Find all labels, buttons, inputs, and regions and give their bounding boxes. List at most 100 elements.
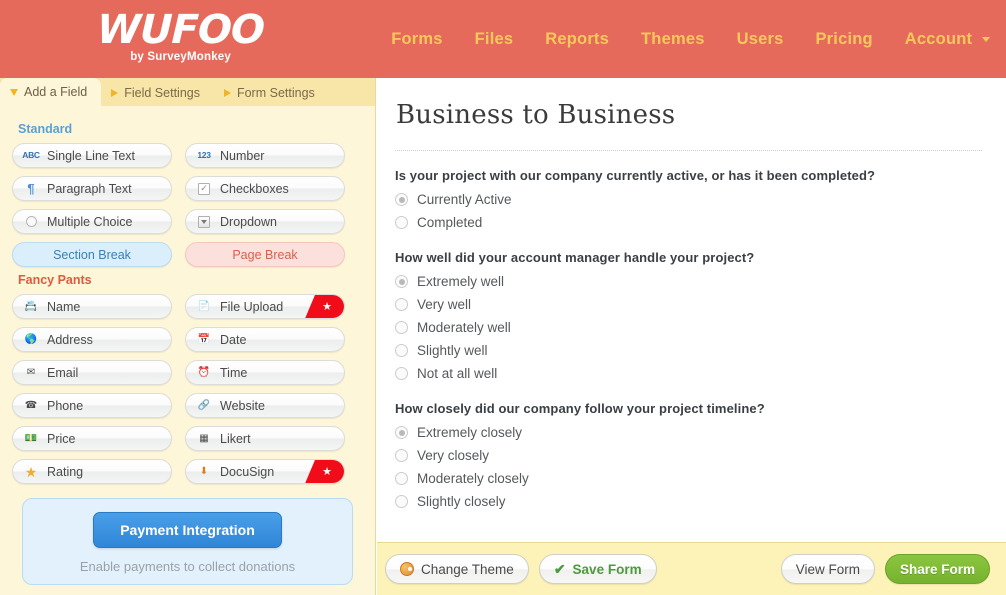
group-title-fancy-pants: Fancy Pants (18, 273, 92, 287)
field-label-docusign: DocuSign (220, 464, 275, 479)
field-button-name[interactable]: 📇 Name (12, 294, 172, 319)
standard-field-grid: ABC Single Line Text 123 Number ¶ Paragr… (12, 143, 363, 267)
form-canvas: Business to Business Is your project wit… (377, 78, 1006, 548)
calendar-icon: 📅 (197, 333, 211, 345)
radio-button-icon[interactable] (395, 495, 408, 508)
form-question[interactable]: How well did your account manager handle… (395, 250, 982, 381)
left-sidebar: Add a Field Field Settings Form Settings… (0, 78, 376, 595)
radio-option[interactable]: Extremely closely (395, 425, 982, 440)
field-button-likert[interactable]: ▦ Likert (185, 426, 345, 451)
triangle-right-icon (111, 89, 119, 97)
form-preview-area: Business to Business Is your project wit… (377, 78, 1006, 595)
nav-item-files[interactable]: Files (459, 24, 530, 55)
field-button-page-break[interactable]: Page Break (185, 242, 345, 267)
radio-button-icon[interactable] (395, 472, 408, 485)
radio-button-icon[interactable] (395, 321, 408, 334)
payment-integration-note: Enable payments to collect donations (79, 559, 296, 574)
sidebar-body: Standard ABC Single Line Text 123 Number… (0, 106, 375, 585)
radio-option-label: Moderately closely (417, 471, 529, 486)
field-button-multiple-choice[interactable]: Multiple Choice (12, 209, 172, 234)
nav-item-users[interactable]: Users (721, 24, 800, 55)
field-label-file-upload: File Upload (220, 299, 284, 314)
question-label: How well did your account manager handle… (395, 250, 755, 265)
radio-option-label: Very well (417, 297, 472, 312)
radio-option[interactable]: Extremely well (395, 274, 982, 289)
nav-item-account[interactable]: Account (889, 24, 1006, 55)
radio-option[interactable]: Not at all well (395, 366, 982, 381)
field-button-address[interactable]: 🌎 Address (12, 327, 172, 352)
form-question[interactable]: How closely did our company follow your … (395, 401, 982, 509)
share-form-button[interactable]: Share Form (884, 554, 990, 584)
nav-item-pricing[interactable]: Pricing (799, 24, 888, 55)
radio-button-icon[interactable] (395, 426, 408, 439)
alarm-clock-icon: ⏰ (197, 366, 211, 378)
radio-option[interactable]: Slightly well (395, 343, 982, 358)
field-button-date[interactable]: 📅 Date (185, 327, 345, 352)
field-button-file-upload[interactable]: 📄 File Upload ★ (185, 294, 345, 319)
field-label-single-line-text: Single Line Text (47, 148, 136, 163)
money-icon: 💵 (24, 432, 38, 444)
sidebar-tabbar: Add a Field Field Settings Form Settings (0, 78, 375, 106)
field-label-rating: Rating (47, 464, 84, 479)
field-label-name: Name (47, 299, 81, 314)
nav-item-forms[interactable]: Forms (375, 24, 458, 55)
tab-field-settings[interactable]: Field Settings (101, 80, 214, 106)
file-upload-icon: 📄 (197, 300, 211, 312)
field-label-multiple-choice: Multiple Choice (47, 214, 133, 229)
field-button-docusign[interactable]: ⬇ DocuSign ★ (185, 459, 345, 484)
radio-option[interactable]: Completed (395, 215, 982, 230)
radio-option[interactable]: Slightly closely (395, 494, 982, 509)
field-button-phone[interactable]: ☎ Phone (12, 393, 172, 418)
change-theme-label: Change Theme (421, 561, 514, 577)
radio-option[interactable]: Moderately well (395, 320, 982, 335)
field-button-number[interactable]: 123 Number (185, 143, 345, 168)
payment-integration-button[interactable]: Payment Integration (93, 512, 282, 548)
field-button-rating[interactable]: ★ Rating (12, 459, 172, 484)
radio-option[interactable]: Currently Active (395, 192, 982, 207)
field-label-number: Number (220, 148, 265, 163)
triangle-right-icon (223, 89, 231, 97)
radio-button-icon[interactable] (395, 344, 408, 357)
id-card-icon: 📇 (24, 300, 38, 312)
radio-button-icon[interactable] (395, 193, 408, 206)
share-form-label: Share Form (899, 561, 975, 577)
radio-button-icon[interactable] (395, 367, 408, 380)
save-form-button[interactable]: ✔ Save Form (538, 554, 657, 584)
star-icon: ★ (322, 301, 332, 313)
field-label-page-break: Page Break (232, 247, 298, 262)
page-title: Business to Business (396, 100, 676, 130)
field-button-dropdown[interactable]: Dropdown (185, 209, 345, 234)
nav-label-reports: Reports (545, 29, 610, 48)
radio-option[interactable]: Very well (395, 297, 982, 312)
field-button-single-line-text[interactable]: ABC Single Line Text (12, 143, 172, 168)
radio-button-icon[interactable] (395, 216, 408, 229)
field-button-time[interactable]: ⏰ Time (185, 360, 345, 385)
radio-button-icon[interactable] (395, 449, 408, 462)
radio-option-label: Slightly well (417, 343, 488, 358)
field-button-section-break[interactable]: Section Break (12, 242, 172, 267)
radio-button-icon[interactable] (395, 298, 408, 311)
tab-form-settings[interactable]: Form Settings (214, 80, 329, 106)
field-button-price[interactable]: 💵 Price (12, 426, 172, 451)
nav-item-reports[interactable]: Reports (529, 24, 625, 55)
form-question[interactable]: Is your project with our company current… (395, 168, 982, 230)
telephone-icon: ☎ (24, 399, 38, 411)
change-theme-button[interactable]: Change Theme (385, 554, 529, 584)
radio-button-icon[interactable] (395, 275, 408, 288)
radio-option[interactable]: Very closely (395, 448, 982, 463)
nav-item-themes[interactable]: Themes (625, 24, 721, 55)
wufoo-logo[interactable]: WUFOO by SurveyMonkey (0, 0, 361, 78)
field-button-website[interactable]: 🔗 Website (185, 393, 345, 418)
star-icon: ★ (322, 466, 332, 478)
field-label-website: Website (220, 398, 265, 413)
field-button-paragraph-text[interactable]: ¶ Paragraph Text (12, 176, 172, 201)
tab-add-a-field[interactable]: Add a Field (0, 78, 102, 106)
field-button-checkboxes[interactable]: ✓ Checkboxes (185, 176, 345, 201)
radio-option-label: Moderately well (417, 320, 511, 335)
premium-ribbon-badge: ★ (304, 295, 344, 318)
view-form-button[interactable]: View Form (780, 554, 875, 584)
radio-option-label: Very closely (417, 448, 490, 463)
radio-option[interactable]: Moderately closely (395, 471, 982, 486)
field-button-email[interactable]: ✉ Email (12, 360, 172, 385)
abc-icon: ABC (22, 150, 40, 161)
